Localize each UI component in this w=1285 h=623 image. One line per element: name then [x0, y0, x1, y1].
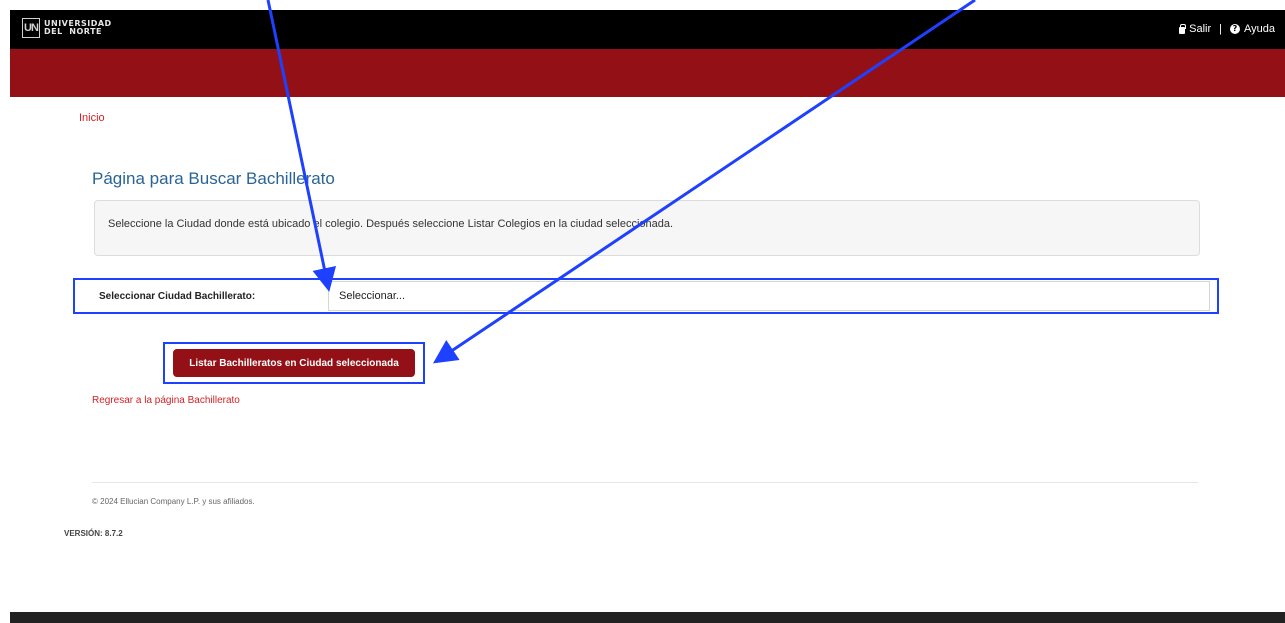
version-text: VERSIÓN: 8.7.2	[64, 529, 123, 538]
logo-text: UNIVERSIDAD DEL NORTE	[44, 20, 112, 36]
top-links: Salir | ? Ayuda	[1179, 23, 1275, 35]
copyright-text: © 2024 Ellucian Company L.P. y sus afili…	[92, 497, 255, 506]
ciudad-label: Seleccionar Ciudad Bachillerato:	[99, 291, 256, 302]
logo-line-2: DEL NORTE	[44, 27, 102, 36]
top-bar: UN UNIVERSIDAD DEL NORTE Salir | ? Ayuda	[10, 10, 1285, 49]
app-frame: UN UNIVERSIDAD DEL NORTE Salir | ? Ayuda…	[10, 10, 1285, 623]
info-message-text: Seleccione la Ciudad donde está ubicado …	[108, 218, 674, 230]
page-title: Página para Buscar Bachillerato	[92, 169, 335, 188]
listar-bachilleratos-button[interactable]: Listar Bachilleratos en Ciudad seleccion…	[173, 349, 415, 377]
back-to-bachillerato-link[interactable]: Regresar a la página Bachillerato	[92, 395, 240, 406]
listar-button-highlight: Listar Bachilleratos en Ciudad seleccion…	[163, 342, 425, 384]
help-link[interactable]: Ayuda	[1244, 23, 1275, 35]
ciudad-select[interactable]: Seleccionar...	[328, 281, 1210, 311]
ciudad-selector-row: Seleccionar Ciudad Bachillerato: Selecci…	[73, 278, 1219, 314]
logout-link[interactable]: Salir	[1189, 23, 1211, 35]
logo-mark: UN	[22, 18, 40, 38]
brand-banner	[10, 49, 1285, 97]
top-links-separator: |	[1219, 23, 1222, 35]
info-message-box: Seleccione la Ciudad donde está ubicado …	[94, 200, 1200, 256]
university-logo[interactable]: UN UNIVERSIDAD DEL NORTE	[22, 18, 112, 38]
footer-divider	[92, 482, 1198, 483]
question-circle-icon: ?	[1230, 24, 1240, 34]
breadcrumb-home-link[interactable]: Inicio	[79, 112, 105, 124]
lock-icon	[1179, 23, 1187, 34]
bottom-bar	[10, 612, 1285, 623]
